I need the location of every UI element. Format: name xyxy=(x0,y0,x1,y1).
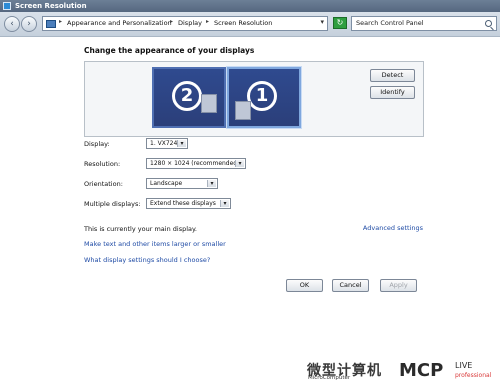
chevron-down-icon: ▾ xyxy=(177,140,186,147)
resolution-value: 1280 × 1024 (recommended) xyxy=(150,160,240,167)
search-placeholder: Search Control Panel xyxy=(356,19,424,27)
address-dropdown-icon[interactable]: ▾ xyxy=(320,18,324,26)
watermark-mcp: MCP xyxy=(399,360,444,381)
monitor-number: 2 xyxy=(172,81,202,111)
display-label: Display: xyxy=(84,140,110,148)
multiple-displays-select[interactable]: Extend these displays ▾ xyxy=(146,198,231,209)
monitor-arrangement: 2 1 Detect Identify xyxy=(84,61,424,137)
display-help-link[interactable]: What display settings should I choose? xyxy=(84,256,210,264)
breadcrumb-separator-icon: ▸ xyxy=(170,18,174,25)
main-content: Change the appearance of your displays 2… xyxy=(0,37,500,387)
back-button[interactable]: ‹ xyxy=(4,16,20,32)
orientation-value: Landscape xyxy=(150,180,183,187)
refresh-icon[interactable]: ↻ xyxy=(333,17,347,29)
breadcrumb-separator-icon: ▸ xyxy=(59,18,63,25)
watermark-english: MicroComputer xyxy=(308,375,351,381)
main-display-note: This is currently your main display. xyxy=(84,225,197,233)
page-title: Change the appearance of your displays xyxy=(84,46,255,55)
resolution-select[interactable]: 1280 × 1024 (recommended) ▾ xyxy=(146,158,246,169)
window-title: Screen Resolution xyxy=(15,2,87,10)
monitor-number: 1 xyxy=(247,81,277,111)
building-icon xyxy=(201,94,217,113)
building-icon xyxy=(235,101,251,120)
chevron-down-icon: ▾ xyxy=(235,160,244,167)
chevron-down-icon: ▾ xyxy=(207,180,216,187)
address-bar[interactable]: ▸ Appearance and Personalization ▸ Displ… xyxy=(42,16,328,31)
screen-resolution-window: Screen Resolution ‹ › ▸ Appearance and P… xyxy=(0,0,500,387)
monitor-1[interactable]: 1 xyxy=(227,67,301,128)
multiple-displays-value: Extend these displays xyxy=(150,200,216,207)
search-icon[interactable] xyxy=(485,20,492,27)
display-select[interactable]: 1. VX724 ▾ xyxy=(146,138,188,149)
control-panel-icon xyxy=(46,20,56,28)
breadcrumb-display[interactable]: Display xyxy=(178,19,202,27)
ok-button[interactable]: OK xyxy=(286,279,323,292)
chevron-down-icon: ▾ xyxy=(220,200,229,207)
window-icon xyxy=(3,2,11,10)
search-input[interactable]: Search Control Panel xyxy=(351,16,497,31)
detect-button[interactable]: Detect xyxy=(370,69,415,82)
advanced-settings-link[interactable]: Advanced settings xyxy=(363,224,423,232)
breadcrumb-screen-resolution[interactable]: Screen Resolution xyxy=(214,19,272,27)
resolution-label: Resolution: xyxy=(84,160,121,168)
monitor-2[interactable]: 2 xyxy=(152,67,226,128)
orientation-label: Orientation: xyxy=(84,180,123,188)
title-bar: Screen Resolution xyxy=(0,0,500,12)
breadcrumb-appearance[interactable]: Appearance and Personalization xyxy=(67,19,172,27)
identify-button[interactable]: Identify xyxy=(370,86,415,99)
text-size-link[interactable]: Make text and other items larger or smal… xyxy=(84,240,226,248)
orientation-select[interactable]: Landscape ▾ xyxy=(146,178,218,189)
multiple-displays-label: Multiple displays: xyxy=(84,200,141,208)
cancel-button[interactable]: Cancel xyxy=(332,279,369,292)
apply-button[interactable]: Apply xyxy=(380,279,417,292)
watermark-logo: 微型计算机 MicroComputer MCP LIVE professiona… xyxy=(307,360,492,385)
breadcrumb-separator-icon: ▸ xyxy=(206,18,210,25)
watermark-professional: professional xyxy=(455,372,492,379)
navigation-bar: ‹ › ▸ Appearance and Personalization ▸ D… xyxy=(0,12,500,37)
forward-button[interactable]: › xyxy=(21,16,37,32)
watermark-live: LIVE xyxy=(455,361,473,370)
display-value: 1. VX724 xyxy=(150,140,178,147)
